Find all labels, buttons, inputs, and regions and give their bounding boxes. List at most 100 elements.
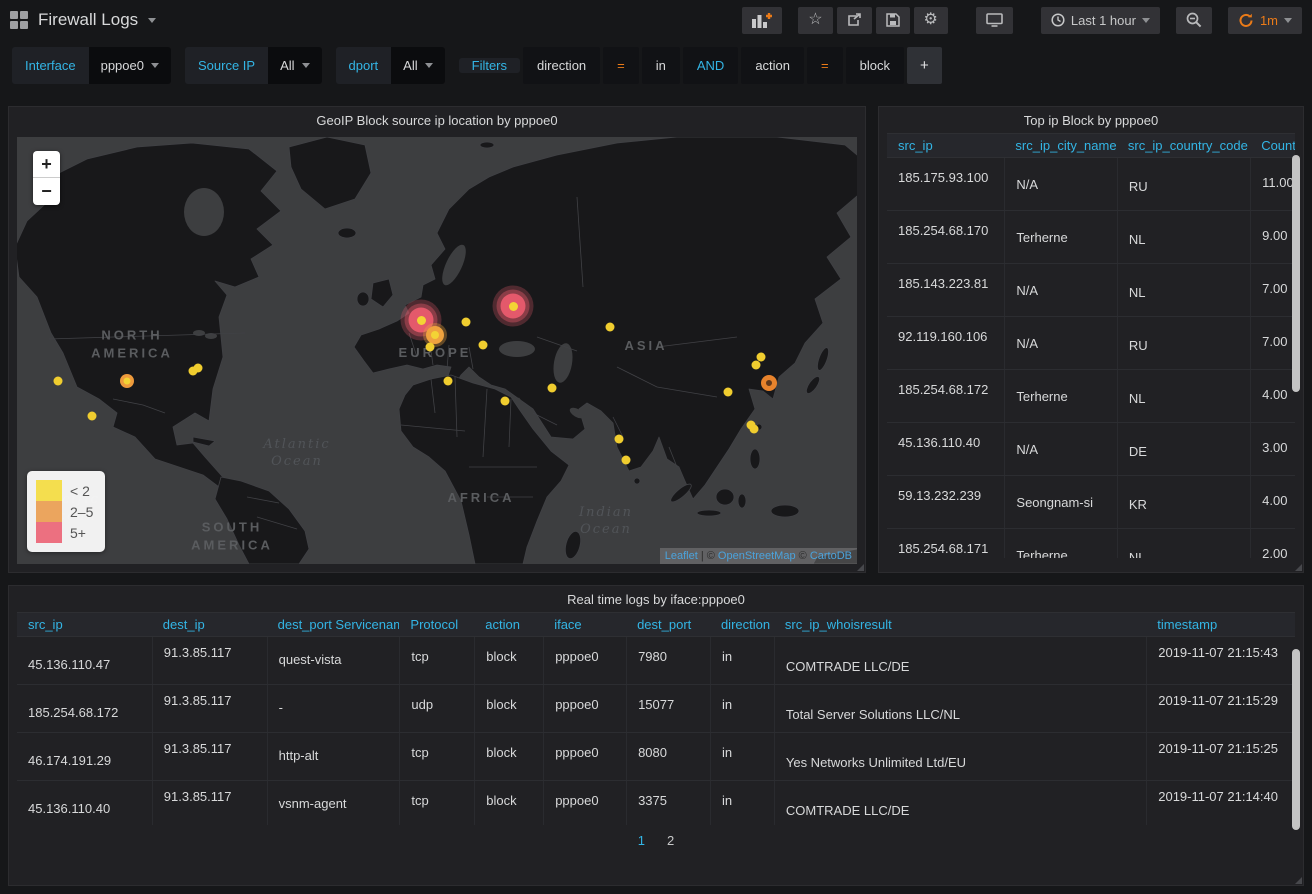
chevron-down-icon[interactable]: [148, 18, 156, 23]
dport-select[interactable]: All: [391, 47, 444, 84]
column-header[interactable]: timestamp: [1146, 613, 1295, 636]
map-marker-dot[interactable]: [752, 361, 761, 370]
zoom-out-button[interactable]: [1176, 7, 1212, 34]
chevron-down-icon[interactable]: [1284, 18, 1292, 23]
panel-resize-handle[interactable]: [1295, 564, 1302, 571]
table-cell: COMTRADE LLC/DE: [774, 781, 1146, 825]
column-header[interactable]: action: [474, 613, 543, 636]
map-marker-dot[interactable]: [444, 377, 453, 386]
map-marker-dot[interactable]: [462, 318, 471, 327]
panel-resize-handle[interactable]: [857, 564, 864, 571]
world-map[interactable]: NORTH AMERICAEUROPEASIAAFRICASOUTH AMERI…: [17, 137, 857, 564]
dashboard-grid-icon[interactable]: [10, 11, 28, 29]
map-marker-dot[interactable]: [724, 388, 733, 397]
zoom-out-icon: [1186, 12, 1202, 28]
cartodb-link[interactable]: CartoDB: [810, 550, 852, 562]
map-marker-cluster-red[interactable]: [501, 294, 526, 319]
tv-mode-button[interactable]: [976, 7, 1013, 34]
refresh-button[interactable]: 1m: [1228, 7, 1302, 34]
table-cell: Yes Networks Unlimited Ltd/EU: [774, 733, 1146, 780]
table-cell: pppoe0: [543, 733, 626, 780]
panel-resize-handle[interactable]: [1295, 877, 1302, 884]
panel-title[interactable]: GeoIP Block source ip location by pppoe0: [9, 107, 865, 133]
column-header[interactable]: direction: [710, 613, 774, 636]
table-cell: 2019-11-07 21:15:25: [1146, 733, 1295, 780]
map-marker-dot[interactable]: [426, 343, 435, 352]
top-ip-block-panel: Top ip Block by pppoe0 src_ipsrc_ip_city…: [878, 106, 1304, 573]
column-header[interactable]: iface: [543, 613, 626, 636]
map-marker-cluster-orange[interactable]: [426, 326, 444, 344]
add-filter-button[interactable]: +: [907, 47, 942, 84]
refresh-interval-label[interactable]: 1m: [1260, 13, 1278, 28]
source-ip-label: Source IP: [185, 47, 268, 84]
table-cell: NL: [1117, 370, 1250, 422]
scrollbar[interactable]: [1292, 649, 1300, 830]
table-cell: 185.254.68.172: [887, 370, 1004, 422]
page-button[interactable]: 1: [638, 833, 645, 848]
map-marker-dot[interactable]: [615, 435, 624, 444]
time-range-picker[interactable]: Last 1 hour: [1041, 7, 1160, 34]
filter-segment[interactable]: =: [807, 47, 843, 84]
map-marker-dot[interactable]: [757, 353, 766, 362]
panel-title[interactable]: Top ip Block by pppoe0: [879, 107, 1303, 133]
leaflet-link[interactable]: Leaflet: [665, 550, 698, 562]
filter-segment[interactable]: block: [846, 47, 904, 84]
column-header[interactable]: src_ip_country_code: [1117, 134, 1250, 157]
column-header[interactable]: dest_ip: [152, 613, 267, 636]
map-marker-dot[interactable]: [750, 425, 759, 434]
legend-row: < 2: [36, 480, 93, 501]
legend-label: 2–5: [70, 504, 93, 520]
filter-segment[interactable]: in: [642, 47, 680, 84]
interface-select[interactable]: pppoe0: [89, 47, 171, 84]
map-marker-dot[interactable]: [606, 323, 615, 332]
column-header[interactable]: dest_port: [626, 613, 710, 636]
legend-row: 2–5: [36, 501, 93, 522]
zoom-in-button[interactable]: +: [33, 151, 60, 178]
star-button[interactable]: ☆: [798, 7, 832, 34]
navbar: Firewall Logs ☆ ⚙: [0, 0, 1312, 34]
table-row: 185.254.68.17291.3.85.117-udpblockpppoe0…: [17, 685, 1295, 733]
column-header[interactable]: src_ip: [17, 613, 152, 636]
dashboard-title[interactable]: Firewall Logs: [38, 10, 138, 30]
map-marker-dot[interactable]: [88, 412, 97, 421]
settings-button[interactable]: ⚙: [914, 7, 948, 34]
source-ip-select[interactable]: All: [268, 47, 321, 84]
table-cell: tcp: [399, 781, 474, 825]
table-row: 185.175.93.100N/ARU11.00: [887, 158, 1295, 211]
column-header[interactable]: Protocol: [399, 613, 474, 636]
table-row: 45.136.110.4791.3.85.117quest-vistatcpbl…: [17, 637, 1295, 685]
zoom-out-button[interactable]: −: [33, 178, 60, 205]
openstreetmap-link[interactable]: OpenStreetMap: [718, 550, 796, 562]
column-header[interactable]: dest_port Servicename: [267, 613, 400, 636]
map-marker-dot[interactable]: [54, 377, 63, 386]
interface-label: Interface: [12, 47, 89, 84]
map-marker-ring-orange[interactable]: [761, 375, 777, 391]
filter-segment[interactable]: action: [741, 47, 804, 84]
save-button[interactable]: [876, 7, 910, 34]
filter-segment[interactable]: =: [603, 47, 639, 84]
map-marker-dot[interactable]: [548, 384, 557, 393]
page-button[interactable]: 2: [667, 833, 674, 848]
column-header[interactable]: src_ip: [887, 134, 1004, 157]
table-cell: 91.3.85.117: [152, 733, 267, 780]
scrollbar[interactable]: [1292, 155, 1300, 392]
add-panel-button[interactable]: [742, 7, 782, 34]
table-cell: N/A: [1004, 423, 1116, 475]
table-row: 45.136.110.4091.3.85.117vsnm-agenttcpblo…: [17, 781, 1295, 825]
share-button[interactable]: [837, 7, 872, 34]
table-cell: 185.175.93.100: [887, 158, 1004, 210]
column-header[interactable]: src_ip_whoisresult: [774, 613, 1146, 636]
column-header[interactable]: Count: [1250, 134, 1295, 157]
panel-title[interactable]: Real time logs by iface:pppoe0: [9, 586, 1303, 612]
table-cell: Seongnam-si: [1004, 476, 1116, 528]
chevron-down-icon: [151, 63, 159, 68]
map-marker-dot-orange[interactable]: [120, 374, 134, 388]
legend-swatch: [36, 501, 62, 522]
map-marker-dot[interactable]: [479, 341, 488, 350]
filter-segment[interactable]: direction: [523, 47, 600, 84]
map-marker-dot[interactable]: [622, 456, 631, 465]
map-marker-dot[interactable]: [501, 397, 510, 406]
column-header[interactable]: src_ip_city_name: [1004, 134, 1116, 157]
filter-segment[interactable]: AND: [683, 47, 738, 84]
map-marker-dot[interactable]: [194, 364, 203, 373]
